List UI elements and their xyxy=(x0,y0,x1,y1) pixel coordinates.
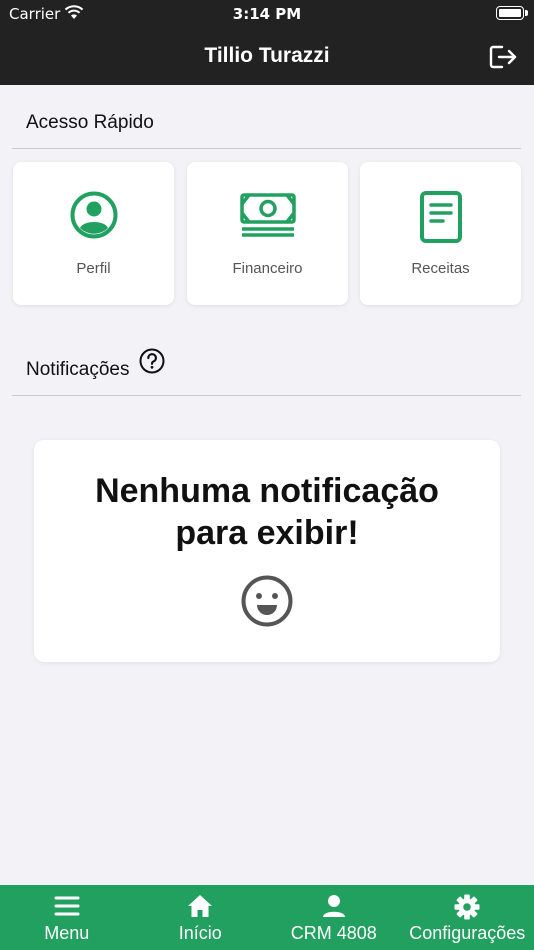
tab-label: Configurações xyxy=(409,923,526,943)
profile-icon xyxy=(70,191,117,239)
gear-icon xyxy=(454,894,480,920)
quick-access-title: Acesso Rápido xyxy=(26,112,154,133)
tab-label: Início xyxy=(178,923,222,943)
quick-access-label: Financeiro xyxy=(232,260,303,277)
notifications-title: Notificações xyxy=(26,359,130,380)
quick-access-prescriptions[interactable]: Receitas xyxy=(360,162,521,305)
logout-icon[interactable] xyxy=(489,44,517,70)
person-icon xyxy=(322,895,345,917)
empty-message-line: Nenhuma notificação xyxy=(95,472,439,510)
divider xyxy=(12,148,521,149)
header: Tillio Turazzi xyxy=(0,28,534,85)
quick-access-label: Perfil xyxy=(76,260,111,277)
tab-label: Menu xyxy=(44,923,90,943)
empty-notifications-card: Nenhuma notificação para exibir! xyxy=(34,440,500,662)
tab-settings[interactable]: Configurações xyxy=(401,885,534,950)
empty-notifications-message: Nenhuma notificação para exibir! xyxy=(34,470,500,554)
status-time: 3:14 PM xyxy=(232,5,302,23)
quick-access-financial[interactable]: Financeiro xyxy=(187,162,348,305)
tab-menu[interactable]: Menu xyxy=(0,885,134,950)
menu-icon xyxy=(54,896,80,916)
tab-label: CRM 4808 xyxy=(290,923,377,943)
tab-bar: Menu Início CRM 4808 Configurações xyxy=(0,885,534,950)
tab-home[interactable]: Início xyxy=(134,885,268,950)
tab-crm[interactable]: CRM 4808 xyxy=(267,885,401,950)
money-icon xyxy=(239,193,296,237)
divider xyxy=(12,395,521,396)
empty-message-line: para exibir! xyxy=(175,514,359,552)
status-bar: Carrier 3:14 PM xyxy=(0,0,534,28)
quick-access-label: Receitas xyxy=(411,260,470,277)
home-icon xyxy=(188,895,213,917)
help-icon[interactable] xyxy=(139,348,165,374)
smile-icon xyxy=(241,575,293,627)
page-title: Tillio Turazzi xyxy=(204,44,330,67)
document-icon xyxy=(419,191,462,243)
battery-icon xyxy=(496,6,528,20)
quick-access-profile[interactable]: Perfil xyxy=(13,162,174,305)
